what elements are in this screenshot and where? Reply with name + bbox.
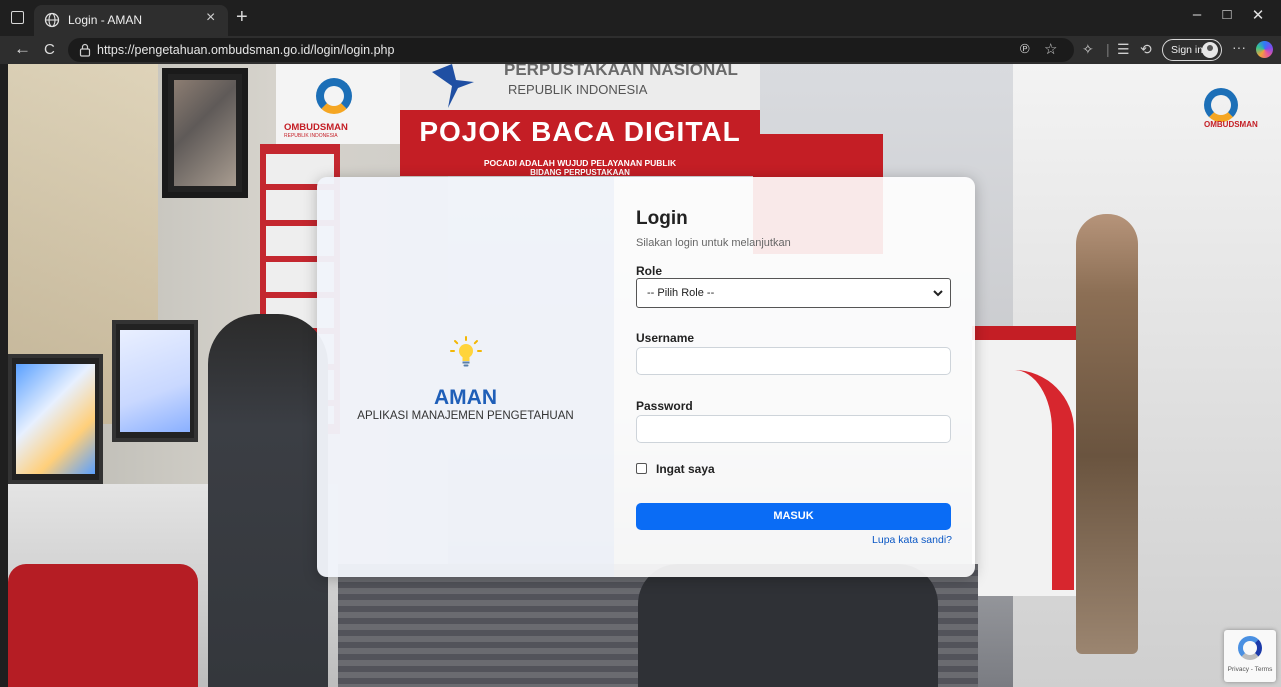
maximize-button[interactable]: □: [1212, 6, 1242, 23]
app-subtitle: APLIKASI MANAJEMEN PENGETAHUAN: [357, 410, 574, 422]
background-monitor: [8, 354, 103, 484]
favorites-icon[interactable]: ☰: [1117, 41, 1130, 58]
background-chair: [8, 564, 198, 687]
back-button[interactable]: ←: [14, 39, 31, 59]
username-label: Username: [636, 331, 695, 345]
login-submit-label: MASUK: [773, 510, 814, 522]
forgot-password-link[interactable]: Lupa kata sandi?: [872, 534, 952, 546]
chevron-down-icon: [933, 290, 943, 297]
sign-in-label: Sign in: [1171, 44, 1204, 56]
browser-tab[interactable]: Login - AMAN ×: [34, 5, 228, 36]
profile-avatar-icon: [1202, 42, 1218, 58]
browser-titlebar: Login - AMAN × + – □ ✕: [0, 0, 1281, 36]
background-pocadi-sign: POJOK BACA DIGITAL POCADI ADALAH WUJUD P…: [400, 110, 760, 177]
globe-icon: [44, 12, 60, 28]
password-label: Password: [636, 399, 693, 413]
bg-logo-sub: REPUBLIK INDONESIA: [284, 133, 338, 139]
login-submit-button[interactable]: MASUK: [636, 503, 951, 530]
address-bar[interactable]: https://pengetahuan.ombudsman.go.id/logi…: [68, 38, 1074, 62]
form-subtitle: Silakan login untuk melanjutkan: [636, 237, 791, 249]
site-info-icon[interactable]: [79, 43, 91, 57]
bg-sign-sub: POCADI ADALAH WUJUD PELAYANAN PUBLIK: [483, 158, 677, 168]
role-select-value: -- Pilih Role --: [647, 287, 715, 299]
favorite-star-icon[interactable]: ☆: [1044, 40, 1057, 58]
browser-toolbar: ← C https://pengetahuan.ombudsman.go.id/…: [0, 36, 1281, 64]
more-menu-button[interactable]: ···: [1232, 39, 1246, 55]
lightbulb-icon: [450, 336, 482, 367]
background-photo-frame: [162, 68, 248, 198]
new-tab-button[interactable]: +: [236, 6, 248, 29]
login-form: Login Silakan login untuk melanjutkan Ro…: [614, 177, 975, 577]
url-text[interactable]: https://pengetahuan.ombudsman.go.id/logi…: [97, 43, 394, 57]
ombudsman-logo-right-icon: [1204, 88, 1238, 122]
login-page: OMBUDSMAN REPUBLIK INDONESIA PERPUSTAKAA…: [8, 64, 1281, 687]
ombudsman-logo-icon: [316, 78, 352, 114]
tab-title: Login - AMAN: [68, 13, 143, 27]
remember-me-checkbox[interactable]: [636, 463, 647, 474]
bg-sign-line1: PERPUSTAKAAN NASIONAL: [504, 64, 738, 79]
close-tab-icon[interactable]: ×: [206, 9, 215, 27]
remember-me-label[interactable]: Ingat saya: [656, 462, 715, 476]
background-ombudsman-sign: OMBUDSMAN REPUBLIK INDONESIA: [276, 64, 406, 144]
bg-logo-right-text: OMBUDSMAN: [1204, 120, 1258, 129]
role-label: Role: [636, 264, 663, 278]
background-person-standing: [1076, 214, 1138, 654]
perpusnas-logo-icon: [432, 64, 474, 108]
bg-sign-line2: REPUBLIK INDONESIA: [508, 82, 648, 97]
username-input[interactable]: [636, 347, 951, 375]
tab-actions-icon[interactable]: [11, 11, 24, 24]
bg-sign-sub2: BIDANG PERPUSTAKAAN: [530, 168, 630, 177]
refresh-button[interactable]: C: [44, 41, 55, 58]
brand-panel: AMAN APLIKASI MANAJEMEN PENGETAHUAN: [317, 177, 614, 577]
form-title: Login: [636, 208, 688, 229]
copilot-icon[interactable]: [1256, 41, 1273, 58]
recaptcha-text[interactable]: Privacy - Terms: [1224, 666, 1276, 673]
toolbar-divider: |: [1106, 41, 1110, 57]
sign-in-button[interactable]: Sign in: [1162, 39, 1222, 61]
background-person-floor: [638, 564, 938, 687]
bg-sign-main: POJOK BACA DIGITAL: [419, 116, 741, 147]
app-title: AMAN: [434, 386, 497, 409]
extensions-icon[interactable]: ✧: [1082, 41, 1094, 58]
read-aloud-icon[interactable]: ℗: [1020, 41, 1030, 56]
background-monitor: [112, 320, 198, 442]
close-window-button[interactable]: ✕: [1243, 6, 1273, 24]
recaptcha-icon: [1238, 636, 1262, 660]
role-select[interactable]: -- Pilih Role --: [636, 278, 951, 308]
background-person-seated: [208, 314, 328, 687]
recaptcha-badge[interactable]: Privacy - Terms: [1224, 630, 1276, 682]
login-card: AMAN APLIKASI MANAJEMEN PENGETAHUAN Logi…: [317, 177, 975, 577]
minimize-button[interactable]: –: [1182, 6, 1212, 23]
history-icon[interactable]: ⟲: [1140, 41, 1152, 58]
bg-logo-text: OMBUDSMAN: [284, 122, 348, 133]
password-input[interactable]: [636, 415, 951, 443]
